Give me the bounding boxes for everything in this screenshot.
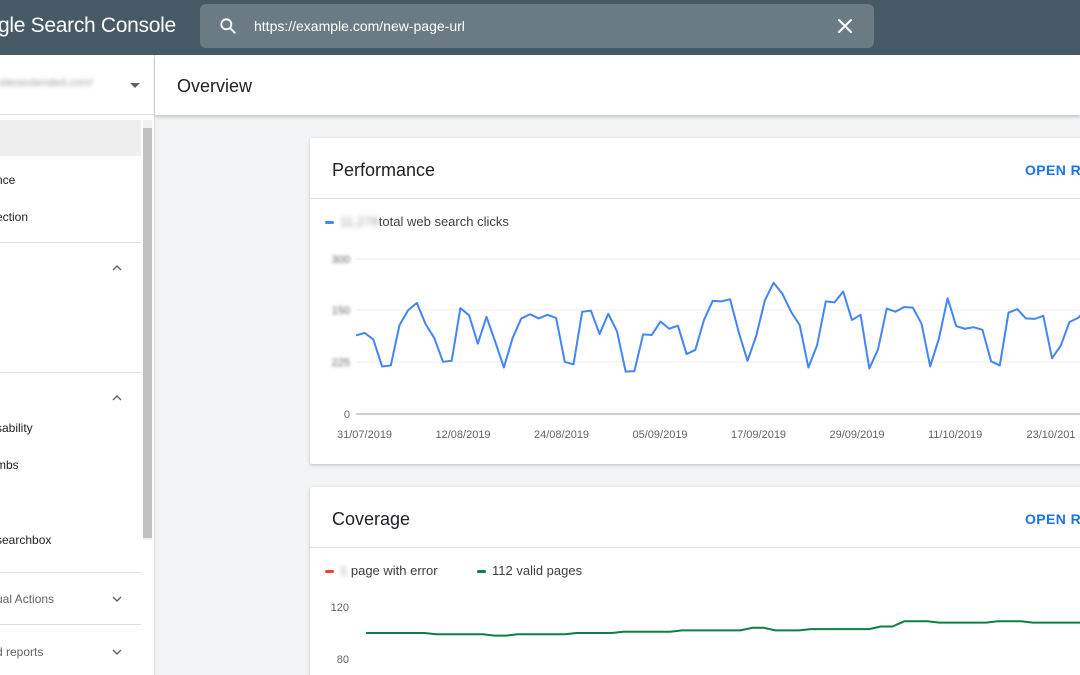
sidebar-section-label: ual Actions xyxy=(0,592,55,606)
sidebar-section-label: d reports xyxy=(0,645,44,659)
x-tick-label: 17/09/2019 xyxy=(731,429,786,441)
sidebar-item-url-inspection[interactable]: ection xyxy=(0,199,141,235)
sidebar-section-enhancements[interactable]: sability mbs searchbox xyxy=(0,372,141,572)
page-header: Overview xyxy=(155,55,1080,115)
product-logo[interactable]: gle Search Console xyxy=(0,14,176,38)
coverage-card: Coverage OPEN RE 1 page with error 112 v… xyxy=(310,487,1080,675)
search-input[interactable]: https://example.com/new-page-url xyxy=(254,18,465,34)
sidebar-section-index[interactable] xyxy=(0,242,141,372)
sidebar: sitesextended.com/ nce ection sability m… xyxy=(0,55,155,675)
close-icon[interactable] xyxy=(836,17,854,35)
x-tick-label: 29/09/2019 xyxy=(830,429,885,441)
chevron-up-icon[interactable] xyxy=(112,393,122,403)
sidebar-item-sitelinks-searchbox[interactable]: searchbox xyxy=(0,527,141,557)
property-selector[interactable]: sitesextended.com/ xyxy=(0,55,154,115)
scrollbar-thumb[interactable] xyxy=(143,128,152,538)
performance-card: Performance OPEN RE 11,278total web sear… xyxy=(310,138,1080,464)
property-url: sitesextended.com/ xyxy=(0,77,93,89)
x-tick-label: 23/10/201 xyxy=(1027,429,1076,441)
sidebar-item-breadcrumbs[interactable]: mbs xyxy=(0,452,141,482)
chevron-down-icon[interactable] xyxy=(112,594,122,604)
coverage-chart: 120 80 xyxy=(331,602,1080,666)
performance-chart: 300 150 225 0 31/07/2019 12/08/2019 24/08/2019… xyxy=(332,254,1080,441)
sidebar-scrollbar[interactable] xyxy=(143,120,152,540)
y-tick-label: 300 xyxy=(332,254,350,266)
sidebar-item-label: ection xyxy=(0,210,29,224)
sidebar-section-manual-actions[interactable]: ual Actions xyxy=(0,572,141,624)
sidebar-item-label: searchbox xyxy=(0,533,52,547)
x-tick-label: 11/10/2019 xyxy=(928,429,982,441)
valid-series-line xyxy=(366,620,1080,637)
top-app-bar: gle Search Console https://example.com/n… xyxy=(0,0,1080,55)
sidebar-item-overview[interactable] xyxy=(0,120,141,156)
y-tick-label: 80 xyxy=(337,654,349,666)
y-tick-label: 150 xyxy=(332,305,350,317)
sidebar-section-legacy-reports[interactable]: d reports xyxy=(0,624,141,675)
page-title: Overview xyxy=(177,76,253,96)
sidebar-item-label: mbs xyxy=(0,458,19,472)
y-tick-label: 120 xyxy=(331,602,349,614)
chevron-up-icon[interactable] xyxy=(112,263,122,273)
url-inspection-search[interactable]: https://example.com/new-page-url xyxy=(200,4,874,48)
y-tick-label: 225 xyxy=(332,357,350,369)
x-tick-label: 31/07/2019 xyxy=(337,429,392,441)
y-tick-label: 0 xyxy=(344,409,350,421)
sidebar-item-label: sability xyxy=(0,421,33,435)
search-icon[interactable] xyxy=(218,16,238,36)
chevron-down-icon[interactable] xyxy=(112,647,122,657)
x-tick-label: 12/08/2019 xyxy=(436,429,491,441)
sidebar-item-performance[interactable]: nce xyxy=(0,162,141,198)
x-tick-label: 24/08/2019 xyxy=(534,429,589,441)
clicks-series-line xyxy=(355,281,1080,373)
sidebar-item-label: nce xyxy=(0,173,16,187)
sidebar-item-mobile-usability[interactable]: sability xyxy=(0,415,141,445)
x-tick-label: 05/09/2019 xyxy=(633,429,688,441)
caret-down-icon[interactable] xyxy=(130,83,140,88)
